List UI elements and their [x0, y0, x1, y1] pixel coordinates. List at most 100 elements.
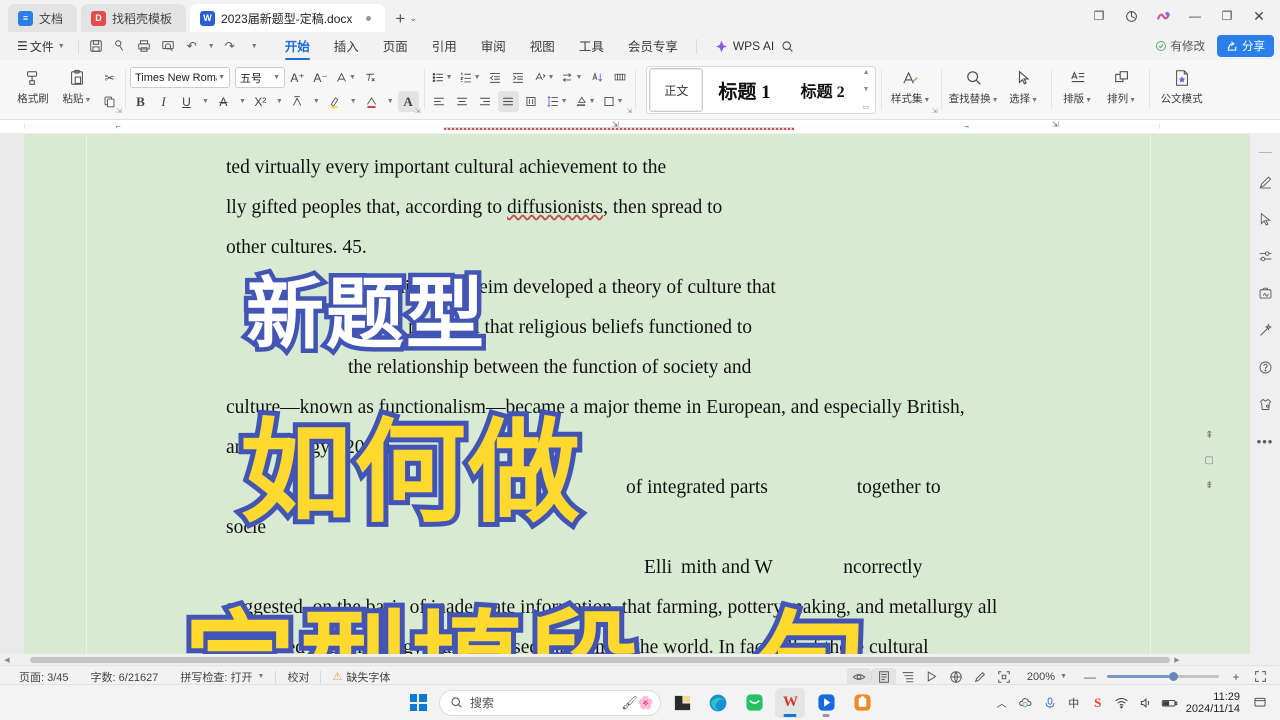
cursor-select-icon[interactable]	[1254, 209, 1276, 229]
video-player-icon[interactable]	[811, 688, 841, 718]
format-painter-button[interactable]: 格式刷	[11, 63, 55, 106]
print-layout-icon[interactable]	[871, 667, 896, 686]
tab-tools[interactable]: 工具	[567, 33, 616, 59]
maximize-button[interactable]: ❐	[1212, 2, 1242, 30]
zoom-out-button[interactable]: —	[1078, 668, 1102, 686]
font-size-input[interactable]: 五号 ▼	[235, 67, 285, 88]
cut-icon[interactable]: ✂	[99, 67, 120, 88]
page-navigation-marks[interactable]: ⇞ ▢ ⇟	[1205, 430, 1214, 491]
undo-dropdown-icon[interactable]: ▼	[205, 36, 217, 56]
save-icon[interactable]	[85, 36, 107, 56]
sort-icon[interactable]	[586, 67, 607, 88]
edge-browser-icon[interactable]	[703, 688, 733, 718]
tab-view[interactable]: 视图	[518, 33, 567, 59]
style-heading-2[interactable]: 标题 2	[786, 68, 860, 112]
font-color-icon[interactable]	[361, 91, 382, 112]
italic-button[interactable]: I	[153, 91, 174, 112]
distribute-icon[interactable]	[521, 91, 542, 112]
strikethrough-icon[interactable]: A	[213, 91, 234, 112]
tab-current-document[interactable]: W 2023届新题型-定稿.docx	[190, 4, 386, 32]
wechat-icon[interactable]	[739, 688, 769, 718]
align-justify-icon[interactable]	[497, 91, 519, 112]
close-button[interactable]: ✕	[1244, 2, 1274, 30]
strikethrough-dropdown-icon[interactable]: ▼	[236, 91, 248, 112]
increase-indent-icon[interactable]	[508, 67, 529, 88]
zoom-slider-handle[interactable]	[1169, 672, 1178, 681]
undo-icon[interactable]: ↶	[181, 36, 203, 56]
scroll-up-icon[interactable]: ▲	[863, 69, 870, 76]
more-options-icon[interactable]: •••	[1254, 431, 1276, 451]
windows-start-icon[interactable]	[403, 688, 433, 718]
font-color-dropdown-icon[interactable]: ▼	[384, 91, 396, 112]
reverse-icon[interactable]: ▼	[558, 67, 584, 88]
minimize-button[interactable]: —	[1180, 2, 1210, 30]
pinyin-icon[interactable]	[287, 91, 308, 112]
left-indent-marker[interactable]: ⌐	[116, 122, 123, 131]
brush-lotus-icon[interactable]: 🖌🌸	[621, 695, 654, 711]
line-spacing-icon[interactable]: ▼	[544, 91, 570, 112]
ime-chinese-icon[interactable]: 中	[1062, 690, 1086, 716]
proofread-button[interactable]: 校对	[276, 669, 320, 685]
highlight-pen-icon[interactable]	[968, 668, 992, 686]
settings-sliders-icon[interactable]	[1254, 246, 1276, 266]
grow-font-button[interactable]: A⁺	[287, 67, 308, 88]
superscript-button[interactable]: X²	[250, 91, 271, 112]
wps-ai-button[interactable]: WPS AI	[715, 39, 774, 53]
underline-dropdown-icon[interactable]: ▼	[199, 91, 211, 112]
scroll-down-icon[interactable]: ▼	[863, 86, 870, 93]
tab-stop-marker[interactable]: ⇲	[1052, 120, 1059, 129]
tab-member-exclusive[interactable]: 会员专享	[616, 33, 690, 59]
underline-button[interactable]: U	[176, 91, 197, 112]
arrange-button[interactable]: 排列▼	[1100, 63, 1144, 106]
tab-review[interactable]: 审阅	[469, 33, 518, 59]
right-indent-marker[interactable]: ¬	[964, 122, 971, 131]
document-canvas[interactable]: ted virtually every important cultural a…	[0, 134, 1280, 665]
notification-icon[interactable]	[1248, 690, 1272, 716]
microphone-icon[interactable]	[1038, 690, 1062, 716]
align-center-icon[interactable]	[452, 91, 473, 112]
decrease-indent-icon[interactable]	[485, 67, 506, 88]
horizontal-scrollbar[interactable]: ◀ ▶	[0, 654, 1280, 665]
cloud-sync-icon[interactable]	[1014, 690, 1038, 716]
tab-templates[interactable]: D 找稻壳模板	[81, 4, 187, 32]
select-button[interactable]: 选择▼	[1002, 63, 1046, 106]
pinyin-dropdown-icon[interactable]: ▼	[310, 91, 322, 112]
help-icon[interactable]	[1254, 357, 1276, 377]
borders-icon[interactable]: ▼	[600, 91, 626, 112]
font-name-input[interactable]: Times New Roma ▼	[130, 67, 230, 88]
missing-font-warning[interactable]: ⚠ 缺失字体	[321, 669, 401, 685]
previous-page-icon[interactable]: ⇞	[1205, 430, 1213, 441]
screenshot-icon[interactable]	[1254, 283, 1276, 303]
wifi-icon[interactable]	[1110, 690, 1134, 716]
share-button[interactable]: 分享	[1217, 35, 1274, 57]
scroll-right-icon[interactable]: ▶	[1170, 656, 1184, 664]
redo-icon[interactable]: ↷	[219, 36, 241, 56]
chevron-down-icon[interactable]: ⌄	[409, 14, 417, 23]
style-set-button[interactable]: 样式集▼	[886, 63, 936, 106]
sync-icon[interactable]	[1116, 2, 1146, 30]
fullscreen-icon[interactable]	[1248, 668, 1272, 686]
clipboard-dialog-launcher[interactable]: ⇲	[116, 107, 122, 115]
next-page-icon[interactable]: ⇟	[1205, 480, 1213, 491]
bullet-list-icon[interactable]: ▼	[429, 67, 455, 88]
zoom-in-button[interactable]: +	[1224, 668, 1248, 686]
chevron-up-icon[interactable]: ︿	[990, 690, 1014, 716]
document-page[interactable]: ted virtually every important cultural a…	[24, 134, 1250, 665]
eye-icon[interactable]	[846, 667, 871, 686]
typeset-button[interactable]: 排版▼	[1056, 63, 1100, 106]
file-menu-button[interactable]: ☰ 文件 ▼	[10, 36, 72, 57]
styleset-dialog-launcher[interactable]: ⇲	[932, 107, 938, 115]
shrink-font-button[interactable]: A⁻	[310, 67, 331, 88]
taskbar-search-box[interactable]: 搜索 🖌🌸	[439, 689, 661, 716]
note-app-icon[interactable]	[847, 688, 877, 718]
show-paragraph-marks-icon[interactable]	[609, 67, 630, 88]
bold-button[interactable]: B	[130, 91, 151, 112]
text-effects-icon[interactable]: ▼	[333, 67, 358, 88]
scroll-left-icon[interactable]: ◀	[0, 656, 14, 664]
pen-icon[interactable]	[1254, 172, 1276, 192]
cloud-attach-icon[interactable]	[109, 36, 131, 56]
volume-icon[interactable]	[1134, 690, 1158, 716]
modified-status[interactable]: 有修改	[1149, 36, 1212, 56]
paste-button[interactable]: 粘贴▼	[55, 63, 99, 106]
find-replace-button[interactable]: 查找替换▼	[946, 63, 1002, 106]
